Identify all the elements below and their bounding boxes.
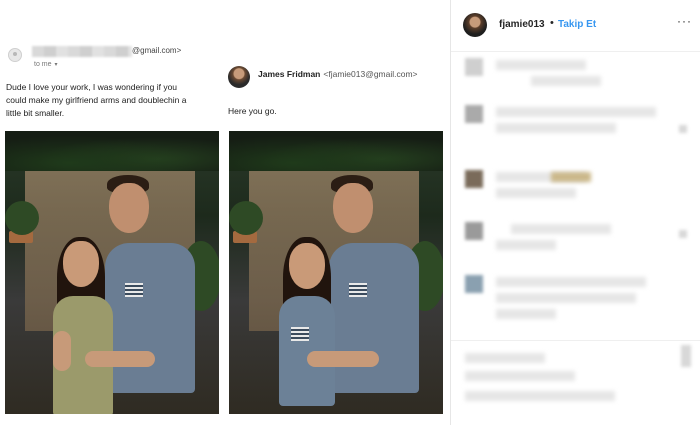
woman-arm [53,331,71,371]
post-footer [451,340,700,426]
blurred-text [496,188,576,198]
man-face [333,183,373,233]
more-options-icon[interactable]: ··· [677,14,692,28]
follow-button[interactable]: Takip Et [558,19,596,30]
edited-photo [229,131,443,414]
shirt-pocket [125,283,143,297]
blurred-avatar [465,275,483,293]
blurred-text [496,107,656,117]
photo-plant [5,201,39,235]
profile-avatar[interactable] [463,13,487,37]
email-body-line: little bit smaller. [6,108,65,118]
photo-plant [229,201,263,235]
username-link[interactable]: fjamie013 [499,19,545,30]
blurred-text [496,309,556,319]
original-photo [5,131,219,414]
man-face [109,183,149,233]
man-arm [307,351,379,367]
sender-line: James Fridman <fjamie013@gmail.com> [258,69,418,79]
blurred-text [496,240,556,250]
email-comparison-panel: @gmail.com> to me ▾ Dude I love your work… [0,0,450,425]
blurred-text [496,123,616,133]
blurred-text [511,224,611,234]
blurred-text [465,391,615,401]
blurred-text [465,353,545,363]
recipient-line[interactable]: to me ▾ [34,61,58,68]
blurred-text [531,76,601,86]
blurred-sender-name [32,46,132,57]
email-body-line: could make my girlfriend arms and double… [6,95,187,105]
blurred-avatar [465,222,483,240]
reply-body: Here you go. [228,106,277,116]
blurred-text [465,371,575,381]
shirt-pocket [349,283,367,297]
heart-icon[interactable] [681,345,691,367]
email-body-line: Dude I love your work, I was wondering i… [6,82,178,92]
separator-dot: • [550,17,554,29]
instagram-panel: fjamie013 • Takip Et ··· [450,0,700,425]
man-shirt [105,243,195,393]
sender-email-domain: @gmail.com> [132,46,182,55]
sender-name: James Fridman [258,69,321,79]
woman-face [63,241,99,287]
blurred-avatar [465,58,483,76]
blurred-avatar [465,105,483,123]
blurred-avatar [465,170,483,188]
second-person-face [289,243,325,289]
caret-down-icon[interactable]: ▾ [55,62,58,68]
blurred-text [551,172,591,182]
photo-foliage [5,131,219,171]
man-arm [85,351,155,367]
shirt-pocket [291,327,309,341]
email-body: Dude I love your work, I was wondering i… [6,81,220,120]
sender-email: <fjamie013@gmail.com> [323,69,418,79]
blurred-text [496,277,646,287]
photo-foliage [229,131,443,171]
man-shirt [329,243,419,393]
sender-avatar [228,66,250,88]
blurred-text [496,60,586,70]
heart-icon[interactable] [679,125,687,133]
blurred-text [496,293,636,303]
post-header: fjamie013 • Takip Et ··· [451,0,700,52]
to-me-label: to me [34,61,52,68]
heart-icon[interactable] [679,230,687,238]
default-avatar-icon [8,48,22,62]
